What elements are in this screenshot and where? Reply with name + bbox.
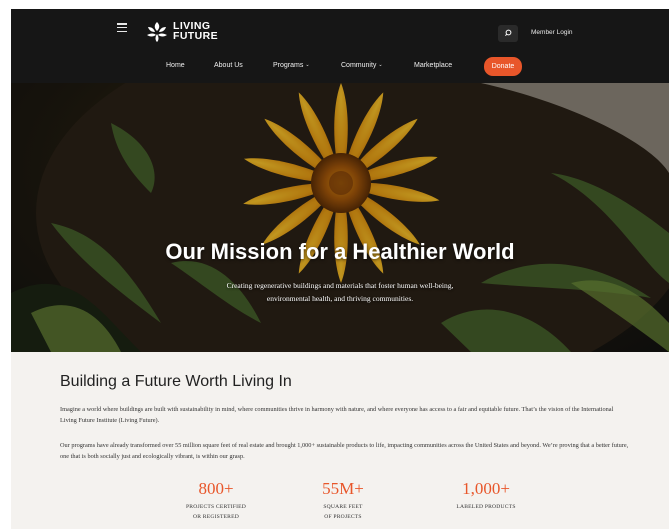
stat-label: PROJECTS CERTIFIED OR REGISTERED bbox=[156, 503, 276, 522]
mission-section: Building a Future Worth Living In Imagin… bbox=[11, 352, 669, 529]
stat-products: 1,000+ LABELED PRODUCTS bbox=[426, 479, 546, 513]
stat-label: SQUARE FEET OF PROJECTS bbox=[283, 503, 403, 522]
page: LIVING FUTURE Member Login Home About Us… bbox=[11, 9, 669, 529]
stat-label-line: LABELED PRODUCTS bbox=[456, 504, 516, 510]
hamburger-icon[interactable] bbox=[117, 23, 127, 33]
donate-button[interactable]: Donate bbox=[484, 57, 522, 76]
main-nav: Home About Us Programs ⌄ Community ⌄ Marke… bbox=[11, 56, 669, 76]
stat-square-feet: 55M+ SQUARE FEET OF PROJECTS bbox=[283, 479, 403, 522]
hero-subtitle: Creating regenerative buildings and mate… bbox=[226, 281, 454, 303]
intro-paragraph: Imagine a world where buildings are buil… bbox=[60, 406, 614, 424]
chevron-down-icon: ⌄ bbox=[378, 62, 383, 68]
stat-value: 1,000+ bbox=[462, 479, 510, 498]
living-future-logo[interactable]: LIVING FUTURE bbox=[144, 20, 228, 44]
logo-wordmark: LIVING FUTURE bbox=[173, 21, 218, 42]
nav-community-label: Community bbox=[341, 62, 377, 69]
search-button[interactable] bbox=[498, 25, 518, 42]
impact-paragraph: Our programs have already transformed ov… bbox=[60, 442, 629, 460]
stat-label-line: OR REGISTERED bbox=[193, 513, 239, 520]
chevron-down-icon: ⌄ bbox=[305, 62, 310, 68]
hero-banner: Our Mission for a Healthier World Creati… bbox=[11, 83, 669, 352]
search-icon bbox=[505, 29, 512, 36]
stat-projects: 800+ PROJECTS CERTIFIED OR REGISTERED bbox=[156, 479, 276, 522]
stat-value: 800+ bbox=[198, 479, 234, 498]
stat-value: 55M+ bbox=[322, 479, 364, 498]
stat-label-line: PROJECTS CERTIFIED bbox=[186, 504, 246, 510]
hero-overlay bbox=[11, 83, 669, 352]
site-header: LIVING FUTURE Member Login Home About Us… bbox=[11, 9, 669, 83]
nav-programs-label: Programs bbox=[273, 62, 304, 69]
nav-community[interactable]: Community ⌄ bbox=[341, 62, 383, 69]
nav-home[interactable]: Home bbox=[166, 62, 185, 69]
member-login-link[interactable]: Member Login bbox=[531, 29, 573, 36]
nav-home-label: Home bbox=[166, 62, 185, 69]
nav-about-us-label: About Us bbox=[214, 62, 243, 69]
logo-mark-icon bbox=[147, 22, 167, 42]
stat-label-line: OF PROJECTS bbox=[324, 513, 362, 520]
stat-label-line: SQUARE FEET bbox=[323, 504, 363, 510]
nav-programs[interactable]: Programs ⌄ bbox=[273, 62, 310, 69]
nav-marketplace[interactable]: Marketplace bbox=[414, 62, 452, 69]
logo-line-future: FUTURE bbox=[173, 29, 218, 42]
section-heading: Building a Future Worth Living In bbox=[60, 373, 292, 390]
nav-about-us[interactable]: About Us bbox=[214, 62, 243, 69]
hero-title: Our Mission for a Healthier World bbox=[165, 239, 515, 264]
stat-label: LABELED PRODUCTS bbox=[426, 503, 546, 513]
nav-marketplace-label: Marketplace bbox=[414, 62, 453, 69]
